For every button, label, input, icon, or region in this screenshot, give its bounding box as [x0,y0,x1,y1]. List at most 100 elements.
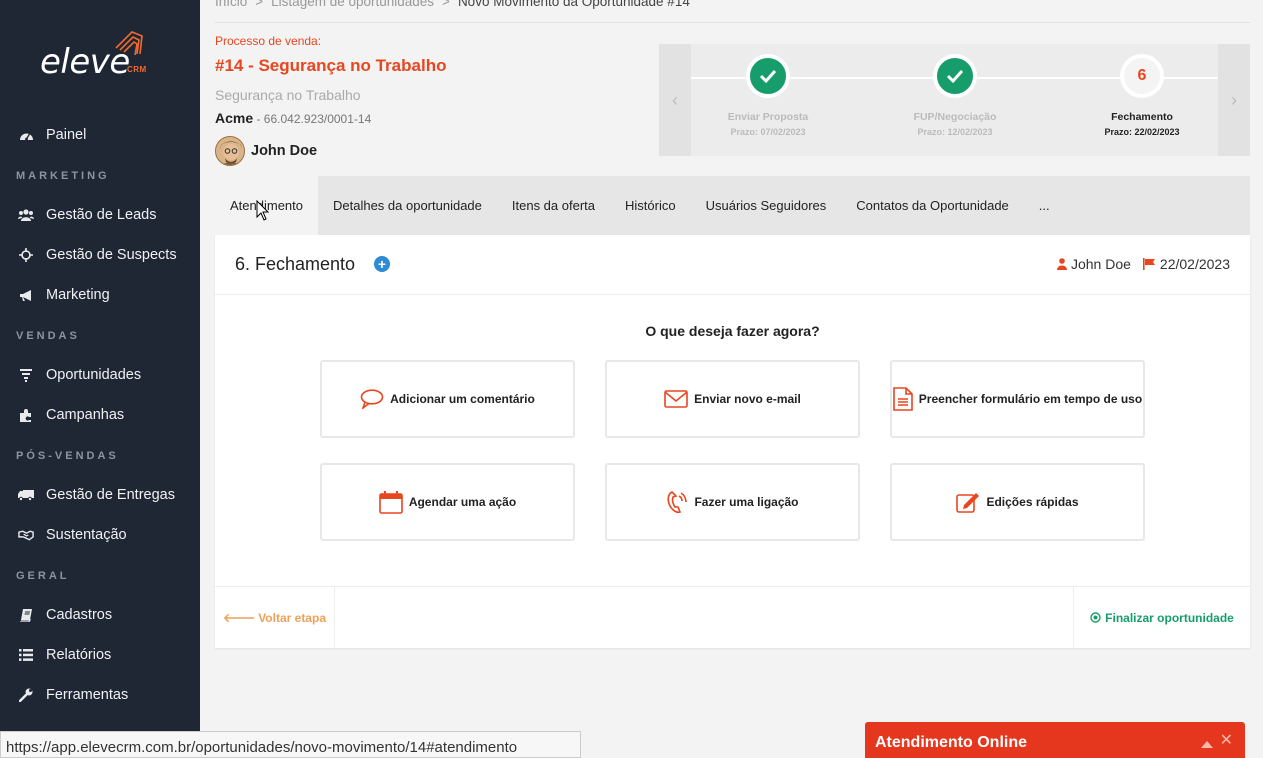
section-marketing: MARKETING [16,170,110,182]
chevron-right-icon: › [1231,89,1237,110]
company-cnpj: - 66.042.923/0001-14 [253,112,372,126]
truck-icon [18,487,34,503]
sidebar-item-label: Gestão de Entregas [46,487,175,503]
step-number: 6 [1120,54,1164,98]
sidebar-item-label: Cadastros [46,607,113,623]
step-enviar-proposta[interactable]: Enviar Proposta Prazo: 07/02/2023 [698,54,838,137]
step-name: Enviar Proposta [727,111,809,123]
opportunity-owner: John Doe [215,136,317,166]
flag-icon [1142,258,1156,270]
make-call-button[interactable]: Fazer uma ligação [605,463,860,541]
book-icon [18,607,34,623]
tab-usuarios-seguidores[interactable]: Usuários Seguidores [691,176,842,235]
funnel-icon [18,367,34,383]
sidebar-item-oportunidades[interactable]: Oportunidades [0,363,200,387]
sidebar-item-leads[interactable]: Gestão de Leads [0,203,200,227]
tab-contatos[interactable]: Contatos da Oportunidade [841,176,1024,235]
sidebar-item-painel[interactable]: Painel [0,123,200,147]
section-vendas: VENDAS [16,330,80,342]
sidebar-item-label: Gestão de Suspects [46,247,177,263]
users-icon [18,207,34,223]
tab-more[interactable]: ... [1024,176,1065,235]
stepper-next-button[interactable]: › [1218,44,1250,156]
step-name: Fechamento [1111,111,1173,123]
step-name: FUP/Negociação [913,111,997,123]
chevron-left-icon: ‹ [672,89,678,110]
finish-label: Finalizar oportunidade [1105,610,1234,625]
status-url-bar: https://app.elevecrm.com.br/oportunidade… [0,731,581,758]
company-info: Acme - 66.042.923/0001-14 [215,110,371,126]
sidebar-item-label: Campanhas [46,407,125,423]
breadcrumb-home[interactable]: Início [215,0,247,9]
sidebar-item-ferramentas[interactable]: Ferramentas [0,683,200,707]
eleve-logo[interactable]: eleve CRM [40,28,160,88]
step-fechamento[interactable]: 6 Fechamento Prazo: 22/02/2023 [1072,54,1212,137]
plus-icon: + [377,256,387,272]
divider [215,22,1250,23]
opportunity-subtitle: Segurança no Trabalho [215,87,361,103]
action-label: Fazer uma ligação [694,495,799,509]
breadcrumb-opportunities[interactable]: Listagem de oportunidades [271,0,434,9]
send-email-button[interactable]: Enviar novo e-mail [605,360,860,438]
sidebar-item-marketing[interactable]: Marketing [0,283,200,307]
arrow-left-icon: 🡐 [223,611,256,625]
schedule-action-button[interactable]: Agendar uma ação [320,463,575,541]
back-stage-label: Voltar etapa [258,610,326,625]
stage-responsible: John Doe [1070,256,1131,272]
mouse-cursor-icon [256,200,270,221]
step-fup-negociacao[interactable]: FUP/Negociação Prazo: 12/02/2023 [885,54,1025,137]
dot-circle-icon [1090,612,1101,623]
dashboard-icon [18,127,34,143]
step-deadline: Prazo: 12/02/2023 [917,127,993,137]
finish-opportunity-button[interactable]: Finalizar oportunidade [1073,587,1250,648]
sidebar-item-label: Oportunidades [46,367,142,383]
sidebar-item-relatorios[interactable]: Relatórios [0,643,200,667]
sidebar-item-label: Relatórios [46,647,112,663]
phone-icon [666,490,688,514]
action-label: Preencher formulário em tempo de uso [918,392,1143,406]
sidebar-item-entregas[interactable]: Gestão de Entregas [0,483,200,507]
sidebar-item-cadastros[interactable]: Cadastros [0,603,200,627]
sidebar-item-campanhas[interactable]: Campanhas [0,403,200,427]
company-name[interactable]: Acme [215,110,253,126]
sidebar-item-label: Ferramentas [46,687,129,703]
actions-question: O que deseja fazer agora? [645,323,820,339]
fill-form-button[interactable]: Preencher formulário em tempo de uso [890,360,1145,438]
sidebar: eleve CRM Painel MARKETING Gestão de Lea… [0,0,200,758]
triangle-up-icon [1201,741,1213,748]
panel-header: 6. Fechamento + John Doe 22/02/2023 [215,235,1250,295]
close-icon: ✕ [1219,732,1233,749]
sidebar-item-label: Sustentação [46,527,127,543]
stage-title: 6. Fechamento [235,254,356,274]
sidebar-item-label: Painel [46,127,87,143]
crosshairs-icon [18,247,34,263]
sidebar-item-sustentacao[interactable]: Sustentação [0,523,200,547]
comment-icon [360,389,384,409]
tab-bar: Atendimento Detalhes da oportunidade Ite… [215,176,1250,235]
check-icon [933,54,977,98]
tab-historico[interactable]: Histórico [610,176,691,235]
sidebar-item-label: Gestão de Leads [46,207,157,223]
process-label: Processo de venda: [215,34,322,48]
tab-detalhes[interactable]: Detalhes da oportunidade [318,176,497,235]
online-chat-widget[interactable]: Atendimento Online ✕ [865,722,1245,758]
quick-edits-button[interactable]: Edições rápidas [890,463,1145,541]
action-label: Edições rápidas [986,495,1079,509]
add-comment-button[interactable]: Adicionar um comentário [320,360,575,438]
stepper-prev-button[interactable]: ‹ [659,44,691,156]
step-deadline: Prazo: 07/02/2023 [730,127,806,137]
logo-crm: CRM [127,65,147,74]
step-deadline: Prazo: 22/02/2023 [1104,127,1180,137]
owner-name: John Doe [251,143,318,159]
list-icon [18,647,34,663]
avatar [215,136,245,166]
sidebar-item-suspects[interactable]: Gestão de Suspects [0,243,200,267]
back-stage-button[interactable]: 🡐 Voltar etapa [215,587,335,648]
chat-close-button[interactable]: ✕ [1220,733,1233,749]
stage-stepper: ‹ › Enviar Proposta Prazo: 07/02/2023 FU… [659,44,1250,156]
breadcrumb-separator: > [442,0,450,9]
tab-itens-oferta[interactable]: Itens da oferta [497,176,610,235]
chat-minimize-button[interactable] [1201,736,1213,748]
add-button[interactable]: + [374,256,390,272]
user-icon [1056,258,1067,270]
